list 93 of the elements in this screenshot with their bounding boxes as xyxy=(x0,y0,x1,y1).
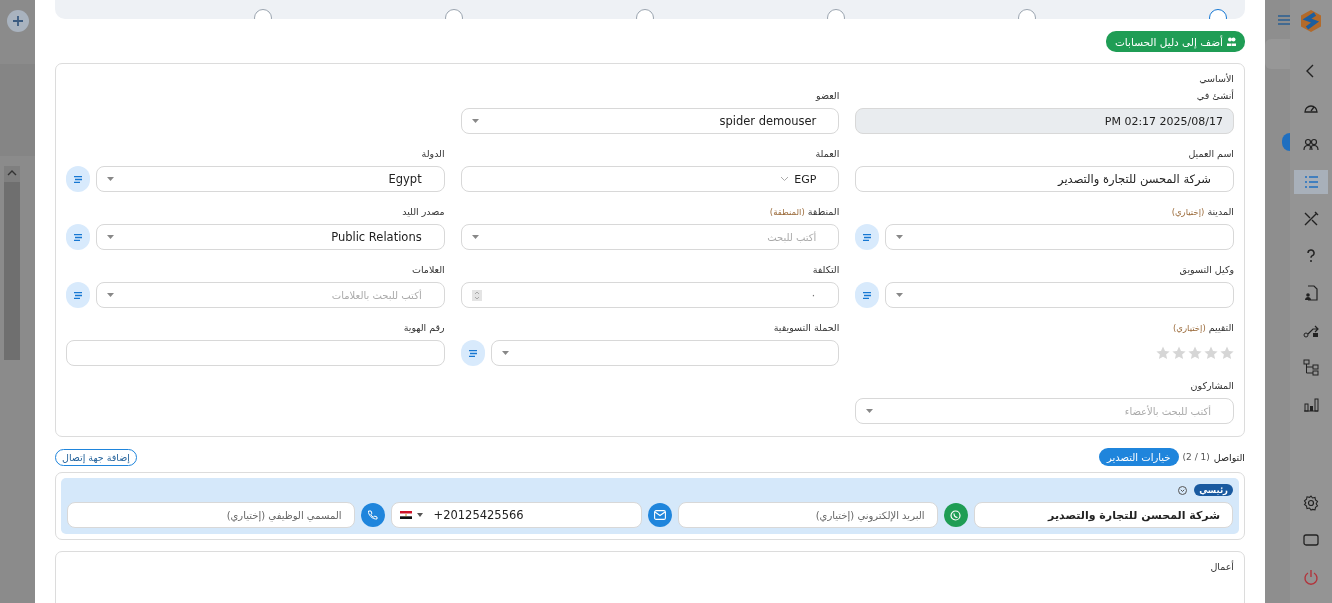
caret-icon xyxy=(501,351,509,355)
list-icon xyxy=(1302,173,1320,191)
select-field[interactable] xyxy=(885,224,1234,250)
phone-button[interactable] xyxy=(360,503,385,527)
phone-field[interactable]: +20125425566 xyxy=(390,502,642,528)
field-label: المشاركون xyxy=(1190,380,1234,391)
caret-icon xyxy=(107,177,114,181)
chevron-icon xyxy=(781,177,789,181)
number-field[interactable]: ٠ xyxy=(460,282,840,308)
section-title: الأساسي xyxy=(1198,73,1234,84)
caret-icon xyxy=(896,235,904,239)
list-button[interactable] xyxy=(66,166,90,192)
caret-icon xyxy=(107,293,114,297)
select-field[interactable]: spider demouser xyxy=(460,108,840,134)
section-title: أعمال xyxy=(1209,561,1234,572)
caret-icon xyxy=(107,235,114,239)
list-icon xyxy=(74,175,82,183)
logo-icon xyxy=(1301,10,1321,32)
field-label: العلامات xyxy=(411,264,445,275)
field-hint: (إختياري) xyxy=(1171,207,1205,217)
power-icon xyxy=(1302,568,1320,586)
field-label: المدينة xyxy=(1207,206,1234,217)
field-hint: (المنطقة) xyxy=(769,207,805,217)
email-button[interactable] xyxy=(648,503,672,527)
date-field[interactable]: PM 02:17 2025/08/17 xyxy=(855,108,1234,134)
list-icon xyxy=(74,291,82,299)
envelope-icon xyxy=(654,510,666,520)
caret-icon xyxy=(6,170,17,176)
field-label: العملة xyxy=(815,148,840,159)
file-user-icon xyxy=(1302,284,1320,302)
bar-chart-icon xyxy=(1302,395,1320,413)
tools-icon xyxy=(1302,210,1320,228)
caret-icon xyxy=(471,235,479,239)
list-button[interactable] xyxy=(66,282,90,308)
field-label: الدولة xyxy=(421,148,445,159)
job-title-field[interactable]: المسمي الوظيفي (إختياري) xyxy=(67,502,355,528)
caret-icon xyxy=(896,293,904,297)
star-icon xyxy=(1156,346,1170,360)
add-button[interactable] xyxy=(6,10,29,32)
text-field[interactable]: شركة المحسن للتجارة والتصدير xyxy=(855,166,1234,192)
menu-icon xyxy=(1278,15,1290,25)
list-button[interactable] xyxy=(460,340,485,366)
contact-count: (2 / 1) xyxy=(1182,452,1210,462)
screen-icon xyxy=(1302,531,1320,549)
scrollbar[interactable] xyxy=(3,166,20,360)
select-field[interactable]: Public Relations xyxy=(96,224,445,250)
caret-icon xyxy=(416,513,423,517)
field-label: المنطقة xyxy=(807,206,840,217)
spinner-icon xyxy=(471,289,482,301)
field-label: وكيل التسويق xyxy=(1179,264,1234,275)
select-field[interactable] xyxy=(490,340,840,366)
field-label: رقم الهوية xyxy=(403,322,445,333)
primary-badge: رئيسي xyxy=(1194,484,1233,496)
export-options-button[interactable]: خيارات التصدير xyxy=(1099,448,1179,466)
list-icon xyxy=(74,233,82,241)
field-label: الحملة التسويقية xyxy=(773,322,840,333)
flag-icon xyxy=(399,511,412,519)
select-field[interactable] xyxy=(885,282,1234,308)
field-label: التقييم xyxy=(1208,322,1234,333)
field-label: التكلفة xyxy=(812,264,840,275)
field-label: مصدر الليد xyxy=(402,206,445,217)
phone-icon xyxy=(367,509,378,521)
field-label: العضو xyxy=(816,90,840,101)
hierarchy-icon xyxy=(1302,358,1320,376)
text-field[interactable] xyxy=(66,340,445,366)
star-icon xyxy=(1188,346,1202,360)
currency-select[interactable]: EGP xyxy=(460,166,840,192)
add-contact-button[interactable]: إضافة جهة إتصال xyxy=(55,448,137,466)
background-marker xyxy=(1282,133,1290,151)
star-icon xyxy=(1220,346,1234,360)
list-button[interactable] xyxy=(855,282,880,308)
whatsapp-button[interactable] xyxy=(943,503,968,527)
chevron-circle-icon[interactable] xyxy=(1178,485,1188,495)
gear-icon xyxy=(1302,494,1320,512)
name-field[interactable]: شركة المحسن للتجارة والتصدير xyxy=(973,502,1233,528)
caret-icon xyxy=(866,409,874,413)
email-field[interactable]: البريد الإلكتروني (إختياري) xyxy=(678,502,938,528)
section-title: التواصل xyxy=(1213,451,1245,463)
field-label: اسم العميل xyxy=(1188,148,1234,159)
people-icon xyxy=(1227,37,1236,46)
plus-icon xyxy=(11,15,24,27)
list-icon xyxy=(863,233,872,241)
chat-icon xyxy=(950,509,961,521)
star-icon xyxy=(1204,346,1218,360)
list-button[interactable] xyxy=(855,224,880,250)
caret-icon xyxy=(471,119,479,123)
star-icon xyxy=(1172,346,1186,360)
list-button[interactable] xyxy=(66,224,90,250)
list-icon xyxy=(468,349,477,357)
select-field[interactable]: Egypt xyxy=(96,166,445,192)
field-hint: (إختياري) xyxy=(1173,323,1206,333)
field-label: أنشئ في xyxy=(1196,90,1234,101)
list-icon xyxy=(863,291,872,299)
